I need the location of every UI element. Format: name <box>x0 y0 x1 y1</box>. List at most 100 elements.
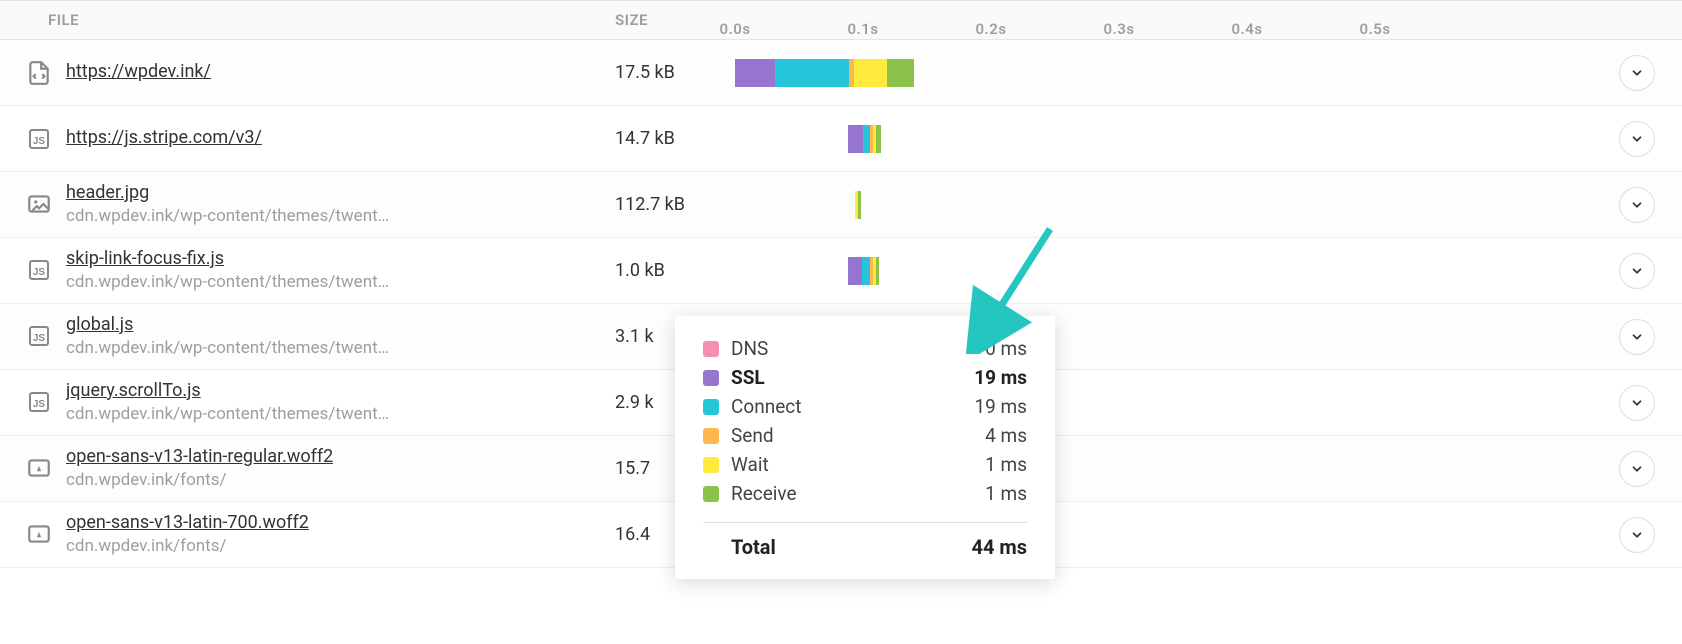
file-cell: JS skip-link-focus-fix.jscdn.wpdev.ink/wp… <box>0 247 615 294</box>
chevron-down-icon <box>1630 132 1644 146</box>
segment-receive <box>858 191 861 219</box>
tooltip-row-ssl: SSL19 ms <box>703 363 1027 392</box>
tooltip-value: 1 ms <box>985 453 1027 476</box>
font-icon <box>26 455 52 481</box>
file-cell: open-sans-v13-latin-700.woff2cdn.wpdev.i… <box>0 511 615 558</box>
js-icon: JS <box>26 389 52 415</box>
file-subtext: cdn.wpdev.ink/wp-content/themes/twent… <box>66 337 389 360</box>
tooltip-label: Connect <box>731 395 974 418</box>
segment-connect <box>863 125 870 153</box>
segment-wait <box>854 59 887 87</box>
html-icon <box>26 60 52 86</box>
chevron-down-icon <box>1630 66 1644 80</box>
js-icon: JS <box>26 323 52 349</box>
segment-receive <box>876 257 879 285</box>
img-icon <box>26 191 52 217</box>
tooltip-value: 19 ms <box>974 395 1027 418</box>
file-subtext: cdn.wpdev.ink/fonts/ <box>66 535 309 558</box>
expand-button[interactable] <box>1619 517 1655 553</box>
file-name-link[interactable]: header.jpg <box>66 181 389 205</box>
segment-ssl <box>848 125 863 153</box>
file-name-link[interactable]: open-sans-v13-latin-700.woff2 <box>66 511 309 535</box>
tooltip-row-dns: DNS0 ms <box>703 334 1027 363</box>
tooltip-value: 19 ms <box>974 366 1027 389</box>
file-cell: JS global.jscdn.wpdev.ink/wp-content/them… <box>0 313 615 360</box>
file-name-link[interactable]: jquery.scrollTo.js <box>66 379 389 403</box>
axis-tick: 0.0s <box>719 20 750 38</box>
expand-button[interactable] <box>1619 319 1655 355</box>
tooltip-label: SSL <box>731 366 974 389</box>
expand-cell <box>1592 121 1682 157</box>
tooltip-value: 1 ms <box>985 482 1027 505</box>
expand-cell <box>1592 451 1682 487</box>
file-cell: open-sans-v13-latin-regular.woff2cdn.wpd… <box>0 445 615 492</box>
file-subtext: cdn.wpdev.ink/wp-content/themes/twent… <box>66 271 389 294</box>
chevron-down-icon <box>1630 264 1644 278</box>
table-row[interactable]: JS skip-link-focus-fix.jscdn.wpdev.ink/wp… <box>0 238 1682 304</box>
tooltip-label: Wait <box>731 453 985 476</box>
expand-button[interactable] <box>1619 121 1655 157</box>
expand-button[interactable] <box>1619 253 1655 289</box>
segment-receive <box>887 59 914 87</box>
table-row[interactable]: JS https://js.stripe.com/v3/14.7 kB <box>0 106 1682 172</box>
js-icon: JS <box>26 126 52 152</box>
table-header: FILE SIZE 0.0s0.1s0.2s0.3s0.4s0.5s <box>0 0 1682 40</box>
file-name-link[interactable]: global.js <box>66 313 389 337</box>
svg-text:JS: JS <box>33 333 46 344</box>
chevron-down-icon <box>1630 396 1644 410</box>
expand-cell <box>1592 517 1682 553</box>
tooltip-total-label: Total <box>731 535 971 559</box>
js-icon: JS <box>26 257 52 283</box>
waterfall-bar[interactable] <box>855 191 861 219</box>
size-cell: 17.5 kB <box>615 62 735 83</box>
expand-button[interactable] <box>1619 451 1655 487</box>
swatch-send <box>703 428 719 444</box>
tooltip-divider <box>703 522 1027 523</box>
swatch-dns <box>703 341 719 357</box>
chevron-down-icon <box>1630 330 1644 344</box>
segment-ssl <box>735 59 775 87</box>
timing-tooltip: DNS0 msSSL19 msConnect19 msSend4 msWait1… <box>675 316 1055 579</box>
tooltip-row-wait: Wait1 ms <box>703 450 1027 479</box>
axis-tick: 0.1s <box>847 20 878 38</box>
file-cell: https://wpdev.ink/ <box>0 60 615 86</box>
header-file[interactable]: FILE <box>0 11 615 29</box>
chevron-down-icon <box>1630 462 1644 476</box>
axis-tick: 0.5s <box>1359 20 1390 38</box>
segment-connect <box>775 59 849 87</box>
tooltip-row-send: Send4 ms <box>703 421 1027 450</box>
file-name-link[interactable]: https://wpdev.ink/ <box>66 60 211 84</box>
expand-button[interactable] <box>1619 55 1655 91</box>
file-cell: JS jquery.scrollTo.jscdn.wpdev.ink/wp-con… <box>0 379 615 426</box>
expand-button[interactable] <box>1619 187 1655 223</box>
file-subtext: cdn.wpdev.ink/wp-content/themes/twent… <box>66 403 389 426</box>
chevron-down-icon <box>1630 198 1644 212</box>
file-name-link[interactable]: https://js.stripe.com/v3/ <box>66 126 262 150</box>
swatch-ssl <box>703 370 719 386</box>
file-cell: header.jpgcdn.wpdev.ink/wp-content/theme… <box>0 181 615 228</box>
waterfall-bar[interactable] <box>848 257 879 285</box>
svg-text:JS: JS <box>33 136 46 147</box>
waterfall-bar[interactable] <box>735 59 914 87</box>
tooltip-row-connect: Connect19 ms <box>703 392 1027 421</box>
axis-tick: 0.3s <box>1103 20 1134 38</box>
size-cell: 112.7 kB <box>615 194 735 215</box>
swatch-receive <box>703 486 719 502</box>
tooltip-value: 4 ms <box>985 424 1027 447</box>
header-size[interactable]: SIZE <box>615 11 735 29</box>
waterfall-bar[interactable] <box>848 125 881 153</box>
expand-button[interactable] <box>1619 385 1655 421</box>
tooltip-label: Send <box>731 424 985 447</box>
table-row[interactable]: https://wpdev.ink/17.5 kB <box>0 40 1682 106</box>
file-subtext: cdn.wpdev.ink/fonts/ <box>66 469 333 492</box>
size-cell: 14.7 kB <box>615 128 735 149</box>
table-row[interactable]: header.jpgcdn.wpdev.ink/wp-content/theme… <box>0 172 1682 238</box>
tooltip-total-row: Total 44 ms <box>703 531 1027 559</box>
file-cell: JS https://js.stripe.com/v3/ <box>0 126 615 152</box>
tooltip-label: Receive <box>731 482 985 505</box>
file-name-link[interactable]: skip-link-focus-fix.js <box>66 247 389 271</box>
axis-tick: 0.2s <box>975 20 1006 38</box>
file-name-link[interactable]: open-sans-v13-latin-regular.woff2 <box>66 445 333 469</box>
tooltip-label: DNS <box>731 337 985 360</box>
chevron-down-icon <box>1630 528 1644 542</box>
